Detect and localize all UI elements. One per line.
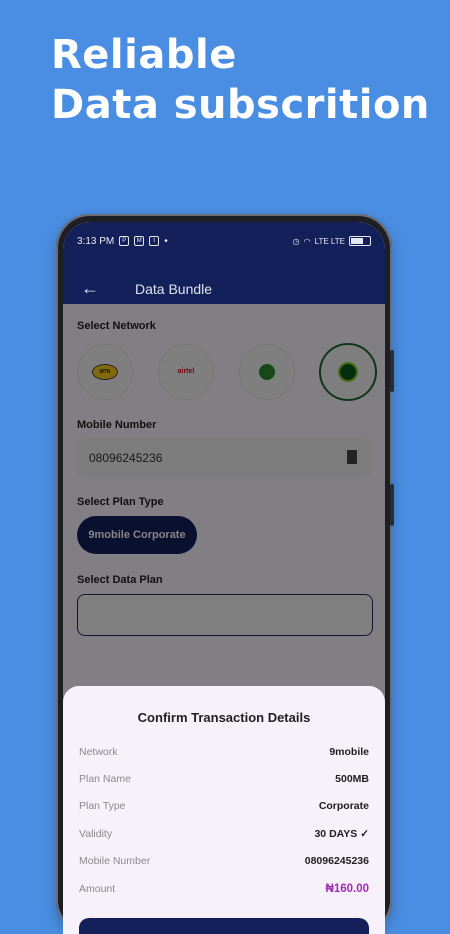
promo-headline: Reliable Data subscrition [51, 30, 430, 130]
sheet-title: Confirm Transaction Details [137, 710, 311, 725]
detail-value: 9mobile [329, 746, 369, 758]
detail-row-plan-name: Plan Name 500MB [79, 773, 369, 789]
battery-icon [349, 236, 371, 246]
status-bar: 3:13 PM P M t • ◷ ◠ LTE LTE [77, 234, 371, 248]
detail-label: Plan Type [79, 800, 126, 812]
detail-label: Plan Name [79, 773, 131, 785]
notification-p-icon: P [119, 236, 130, 246]
signal-text: LTE LTE [314, 236, 345, 246]
detail-label: Amount [79, 883, 116, 895]
form-content: Select Network MTN airtel Mobile Number … [63, 304, 385, 934]
app-bar: 3:13 PM P M t • ◷ ◠ LTE LTE ← Data Bundl… [63, 222, 385, 304]
app-bar-title: Data Bundle [135, 280, 213, 297]
detail-row-network: Network 9mobile [79, 746, 369, 762]
status-time: 3:13 PM [77, 235, 115, 247]
phone-screen: 3:13 PM P M t • ◷ ◠ LTE LTE ← Data Bundl… [63, 222, 385, 934]
dot-icon: • [164, 235, 168, 247]
notification-mail-icon: M [134, 236, 145, 246]
detail-value: Corporate [318, 800, 369, 812]
promo-line-1: Reliable [51, 32, 237, 78]
detail-label: Validity [79, 828, 113, 840]
wifi-icon: ◠ [303, 236, 311, 246]
detail-row-plan-type: Plan Type Corporate [79, 800, 369, 816]
detail-row-validity: Validity 30 DAYS ✓ [79, 828, 369, 844]
detail-label: Mobile Number [79, 855, 151, 867]
amount-value: ₦160.00 [325, 883, 369, 895]
phone-frame: 3:13 PM P M t • ◷ ◠ LTE LTE ← Data Bundl… [56, 214, 394, 934]
detail-row-amount: Amount ₦160.00 [79, 883, 369, 899]
promo-line-2: Data subscrition [51, 82, 430, 128]
back-arrow-icon[interactable]: ← [81, 278, 121, 299]
detail-value: 30 DAYS ✓ [314, 828, 369, 840]
detail-value: 08096245236 [304, 855, 369, 867]
detail-value: 500MB [335, 773, 369, 785]
phone-power-button [390, 484, 394, 526]
alarm-icon: ◷ [292, 236, 300, 246]
phone-volume-button [390, 350, 394, 392]
detail-row-mobile-number: Mobile Number 08096245236 [79, 855, 369, 871]
continue-button[interactable]: Continue [79, 918, 369, 934]
detail-label: Network [79, 746, 118, 758]
notification-t-icon: t [149, 236, 160, 246]
confirm-transaction-sheet: Confirm Transaction Details Network 9mob… [63, 686, 385, 934]
